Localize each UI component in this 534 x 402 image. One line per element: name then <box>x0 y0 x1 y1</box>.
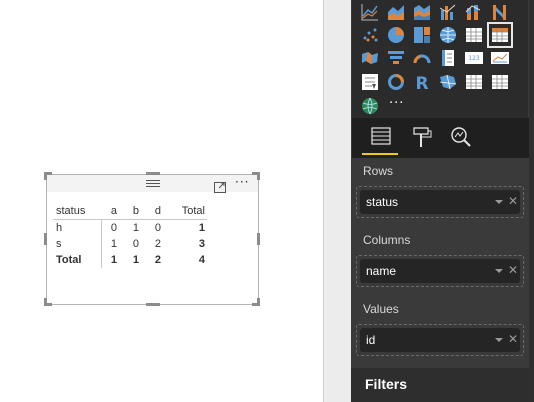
treemap-icon[interactable] <box>412 25 432 45</box>
cell-value: 0 <box>132 238 139 250</box>
matrix-header-row: status a b d Total <box>53 203 207 220</box>
chevron-down-icon[interactable] <box>495 338 503 342</box>
row-label[interactable]: s <box>53 236 101 252</box>
grand-total-label: Total <box>56 254 82 266</box>
canvas-pane-divider <box>323 0 351 402</box>
close-icon[interactable]: ✕ <box>508 332 518 346</box>
row-total: 1 <box>198 222 205 234</box>
kpi-icon[interactable] <box>490 48 510 68</box>
r-script-icon[interactable]: R <box>412 72 432 92</box>
row-header-label[interactable]: status <box>53 203 101 220</box>
matrix-icon[interactable] <box>487 22 513 48</box>
column-total: 2 <box>154 254 161 266</box>
area-chart-icon[interactable] <box>386 2 406 22</box>
active-tab-indicator <box>362 153 398 155</box>
columns-well-label: Columns <box>363 233 411 247</box>
column-header[interactable]: d <box>145 203 161 220</box>
funnel-icon[interactable] <box>386 48 406 68</box>
rows-field-pill[interactable]: status ✕ <box>360 190 520 214</box>
filled-map-icon[interactable] <box>360 48 380 68</box>
grand-total-row: Total 1 1 2 4 <box>53 252 207 268</box>
line-clustered-column-icon[interactable] <box>438 2 458 22</box>
filters-section[interactable]: Filters <box>351 368 529 402</box>
close-icon[interactable]: ✕ <box>508 194 518 208</box>
more-options-icon[interactable]: ··· <box>235 176 249 188</box>
pane-scrollbar[interactable] <box>529 0 534 402</box>
resize-handle-bottom[interactable] <box>146 303 160 306</box>
cell-value: 0 <box>100 219 117 236</box>
resize-handle-left[interactable] <box>44 233 47 245</box>
rows-field-name: status <box>366 195 399 209</box>
resize-handle-bottom-left[interactable] <box>44 298 52 306</box>
table-icon[interactable] <box>464 25 484 45</box>
cell-value: 2 <box>154 238 161 250</box>
cell-value: 0 <box>154 222 161 234</box>
close-icon[interactable]: ✕ <box>508 263 518 277</box>
map-icon[interactable] <box>438 25 458 45</box>
columns-field-pill[interactable]: name ✕ <box>360 259 520 283</box>
chevron-down-icon[interactable] <box>495 200 503 204</box>
more-visuals-icon[interactable]: ··· <box>389 96 404 111</box>
pane-tabs <box>352 118 529 158</box>
values-field-name: id <box>366 333 376 347</box>
chevron-down-icon[interactable] <box>495 269 503 273</box>
columns-well[interactable]: name ✕ <box>356 255 524 287</box>
pie-chart-icon[interactable] <box>386 25 406 45</box>
matrix-visual[interactable]: ··· status a b d Total h 0 1 0 1 s 1 0 2… <box>46 174 259 305</box>
custom-matrix-icon[interactable] <box>490 72 510 92</box>
total-column-header[interactable]: Total <box>161 203 207 220</box>
scatter-chart-icon[interactable] <box>360 25 380 45</box>
values-field-pill[interactable]: id ✕ <box>360 328 520 352</box>
ribbon-chart-icon[interactable] <box>490 2 510 22</box>
columns-field-name: name <box>366 264 397 278</box>
column-total: 1 <box>132 254 139 266</box>
card-icon[interactable]: 123 <box>464 48 484 68</box>
values-well[interactable]: id ✕ <box>356 324 524 356</box>
slicer-icon[interactable] <box>360 72 380 92</box>
row-label[interactable]: h <box>53 220 101 237</box>
svg-text:123: 123 <box>468 55 480 62</box>
grand-total-value: 4 <box>198 254 205 266</box>
column-header[interactable]: b <box>123 203 139 220</box>
matrix-table: status a b d Total h 0 1 0 1 s 1 0 2 3 T… <box>53 203 207 268</box>
table-row: s 1 0 2 3 <box>53 236 207 252</box>
line-chart-icon[interactable] <box>360 2 380 22</box>
donut-chart-icon[interactable] <box>386 72 406 92</box>
focus-mode-icon[interactable] <box>214 178 226 193</box>
cell-value: 1 <box>132 222 139 234</box>
resize-handle-top[interactable] <box>146 172 160 175</box>
svg-text:R: R <box>415 74 428 92</box>
table-row: h 0 1 0 1 <box>53 219 207 237</box>
fields-tab[interactable] <box>362 118 402 158</box>
column-header[interactable]: a <box>101 203 117 220</box>
shape-map-icon[interactable] <box>438 72 458 92</box>
resize-handle-right[interactable] <box>257 233 260 245</box>
resize-handle-top-right[interactable] <box>252 172 260 180</box>
line-stacked-column-icon[interactable] <box>464 2 484 22</box>
visual-header: ··· <box>47 175 258 193</box>
column-total: 1 <box>100 252 117 268</box>
format-tab[interactable] <box>402 118 442 158</box>
custom-table-icon[interactable] <box>464 72 484 92</box>
gauge-icon[interactable] <box>412 48 432 68</box>
cell-value: 1 <box>100 236 117 252</box>
stacked-area-chart-icon[interactable] <box>412 2 432 22</box>
drag-grip-icon[interactable] <box>146 180 160 187</box>
row-total: 3 <box>198 238 205 250</box>
values-well-label: Values <box>363 302 399 316</box>
resize-handle-bottom-right[interactable] <box>252 298 260 306</box>
filters-title: Filters <box>365 376 408 392</box>
analytics-tab[interactable] <box>442 118 482 158</box>
globe-icon[interactable] <box>360 96 380 116</box>
resize-handle-top-left[interactable] <box>44 172 52 180</box>
multi-row-card-icon[interactable] <box>438 48 458 68</box>
rows-well[interactable]: status ✕ <box>356 186 524 218</box>
rows-well-label: Rows <box>363 164 394 178</box>
